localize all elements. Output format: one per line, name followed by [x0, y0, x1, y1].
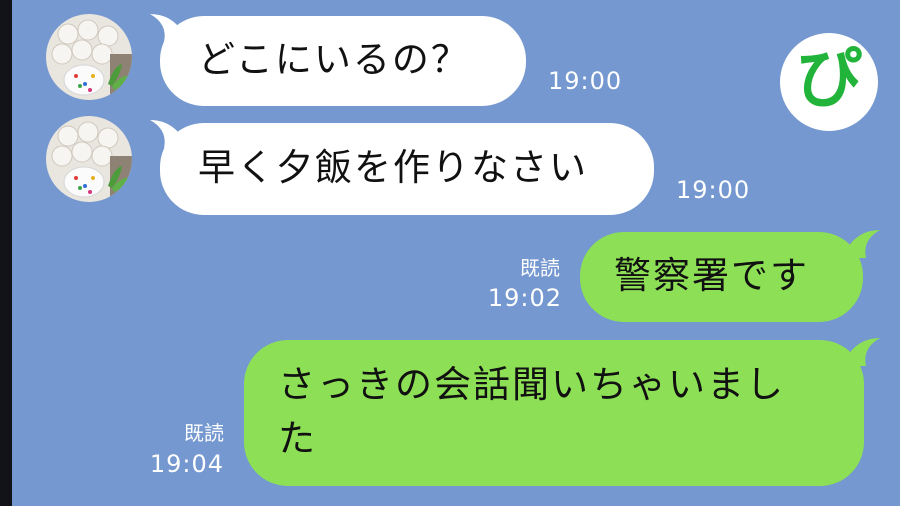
message-timestamp: 19:04: [149, 450, 224, 478]
message-text: どこにいるの？: [198, 38, 470, 81]
screen-left-edge: [0, 0, 12, 506]
message-text: 早く夕飯を作りなさい: [198, 146, 588, 189]
message-timestamp: 19:00: [548, 67, 623, 95]
outgoing-message-bubble[interactable]: 警察署です: [580, 232, 863, 322]
read-receipt: 既読: [184, 421, 224, 445]
logo-glyph: ぴ: [796, 40, 862, 117]
pia-logo-icon: ぴ: [780, 33, 878, 131]
outgoing-message-bubble[interactable]: さっきの会話聞いちゃいまし た: [244, 340, 864, 486]
message-text-line: た: [278, 417, 317, 460]
bubble-tail: [846, 336, 880, 366]
incoming-message-bubble[interactable]: 早く夕飯を作りなさい: [160, 123, 654, 215]
message-text: 警察署です: [614, 254, 809, 297]
incoming-message-bubble[interactable]: どこにいるの？: [160, 16, 526, 106]
message-timestamp: 19:02: [487, 284, 562, 312]
bubble-tail: [846, 228, 880, 258]
message-timestamp: 19:00: [676, 176, 751, 204]
read-receipt: 既読: [520, 256, 560, 280]
contact-avatar-icon[interactable]: [46, 116, 132, 202]
message-text-line: さっきの会話聞いちゃいまし: [278, 363, 785, 406]
contact-avatar-icon[interactable]: [46, 14, 132, 100]
